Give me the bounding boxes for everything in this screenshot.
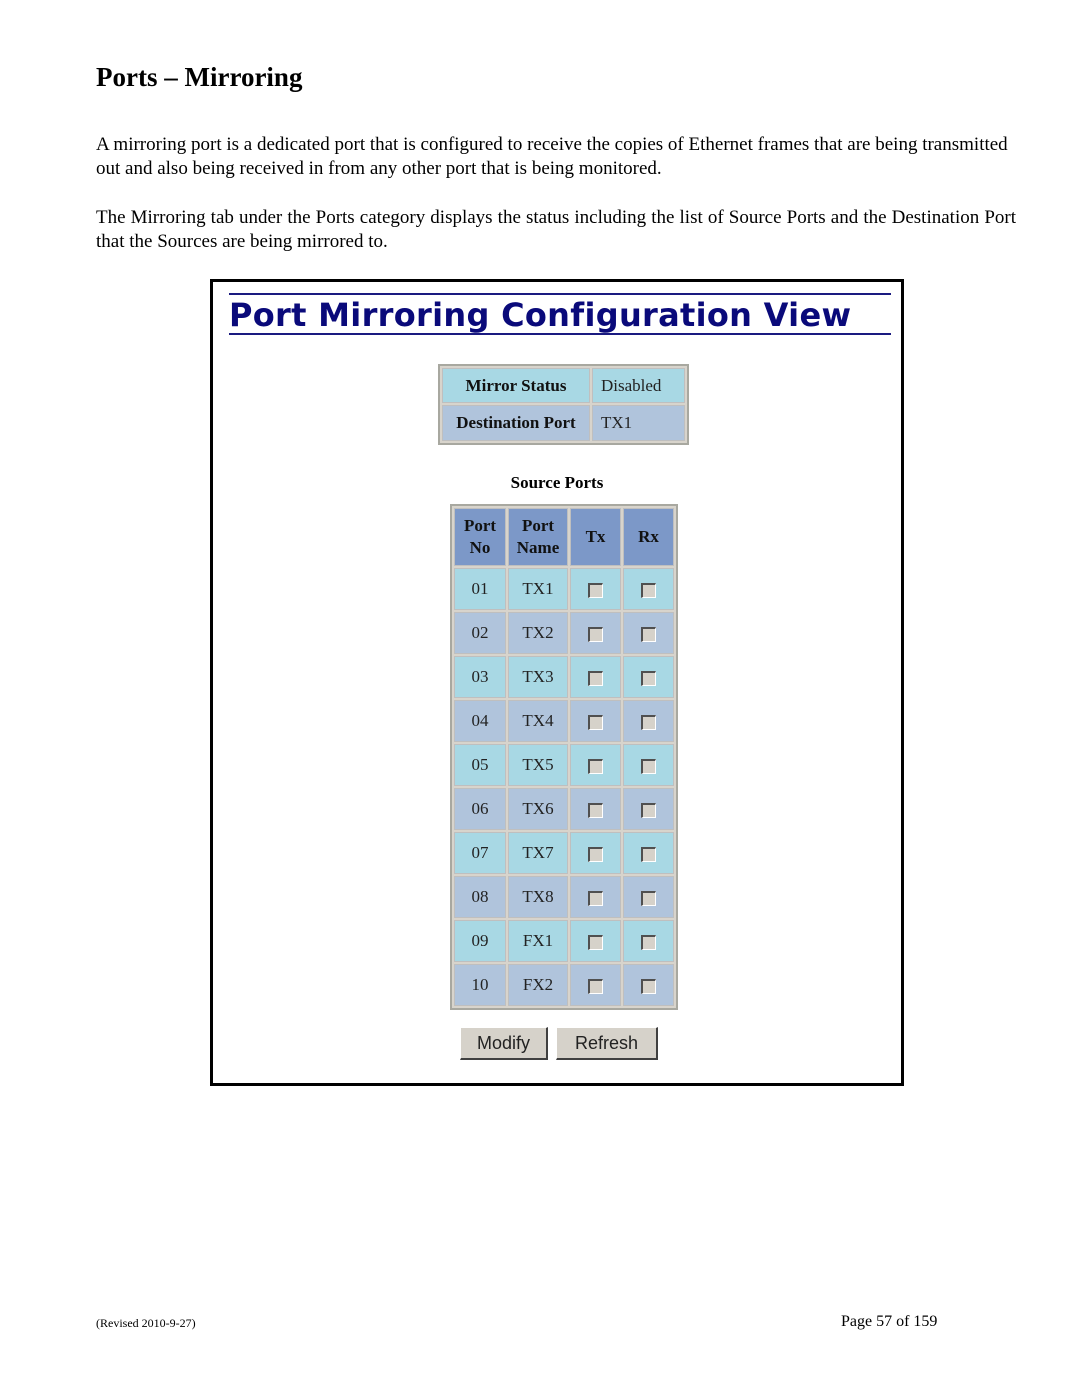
port-no: 04 [454, 700, 506, 742]
rx-checkbox[interactable] [641, 934, 656, 950]
col-port-no-line2: No [469, 538, 491, 557]
action-buttons: Modify Refresh [460, 1027, 658, 1060]
rx-checkbox[interactable] [641, 758, 656, 774]
tx-cell [570, 964, 621, 1006]
rx-cell [623, 656, 674, 698]
mirror-status-label: Mirror Status [442, 368, 590, 403]
port-no: 01 [454, 568, 506, 610]
rx-cell [623, 832, 674, 874]
tx-cell [570, 876, 621, 918]
rx-cell [623, 612, 674, 654]
port-name: TX8 [508, 876, 568, 918]
rx-checkbox[interactable] [641, 670, 656, 686]
col-tx: Tx [570, 508, 621, 566]
revised-date: (Revised 2010-9-27) [96, 1316, 196, 1330]
port-name: TX3 [508, 656, 568, 698]
source-ports-table: Port No Port Name Tx Rx 01 TX1 02 TX2 03 TX3 04 T… [450, 504, 678, 1010]
destination-port-row: Destination Port TX1 [442, 405, 685, 441]
col-port-name-line2: Name [516, 538, 560, 557]
port-row: 07 TX7 [454, 832, 674, 874]
rx-checkbox[interactable] [641, 582, 656, 598]
tx-checkbox[interactable] [588, 890, 603, 906]
source-ports-caption: Source Ports [510, 473, 604, 492]
port-no: 07 [454, 832, 506, 874]
view-title-bar: Port Mirroring Configuration View [229, 293, 891, 335]
rx-cell [623, 568, 674, 610]
tx-cell [570, 612, 621, 654]
port-row: 10 FX2 [454, 964, 674, 1006]
tx-checkbox[interactable] [588, 802, 603, 818]
tx-cell [570, 788, 621, 830]
modify-button[interactable]: Modify [460, 1027, 548, 1060]
section-heading: Ports – Mirroring [96, 62, 303, 92]
port-row: 09 FX1 [454, 920, 674, 962]
mirror-status-row: Mirror Status Disabled [442, 368, 685, 403]
rx-cell [623, 744, 674, 786]
port-no: 08 [454, 876, 506, 918]
col-port-name-line1: Port [521, 516, 555, 535]
col-port-name: Port Name [508, 508, 568, 566]
port-no: 02 [454, 612, 506, 654]
rx-checkbox[interactable] [641, 846, 656, 862]
port-name: TX4 [508, 700, 568, 742]
rx-cell [623, 788, 674, 830]
port-name: TX2 [508, 612, 568, 654]
description-paragraph: The Mirroring tab under the Ports catego… [96, 207, 1016, 252]
port-name: TX6 [508, 788, 568, 830]
port-row: 06 TX6 [454, 788, 674, 830]
port-row: 02 TX2 [454, 612, 674, 654]
rx-checkbox[interactable] [641, 714, 656, 730]
tx-checkbox[interactable] [588, 670, 603, 686]
view-title: Port Mirroring Configuration View [229, 296, 852, 334]
rx-cell [623, 964, 674, 1006]
tx-checkbox[interactable] [588, 978, 603, 994]
tx-checkbox[interactable] [588, 582, 603, 598]
port-no: 09 [454, 920, 506, 962]
rx-cell [623, 920, 674, 962]
port-name: FX1 [508, 920, 568, 962]
header-row: Port No Port Name Tx Rx [454, 508, 674, 566]
port-row: 01 TX1 [454, 568, 674, 610]
port-no: 06 [454, 788, 506, 830]
tx-cell [570, 920, 621, 962]
tx-checkbox[interactable] [588, 714, 603, 730]
tx-cell [570, 744, 621, 786]
rx-cell [623, 700, 674, 742]
rx-checkbox[interactable] [641, 626, 656, 642]
tx-checkbox[interactable] [588, 934, 603, 950]
refresh-button[interactable]: Refresh [556, 1027, 658, 1060]
port-row: 08 TX8 [454, 876, 674, 918]
tx-checkbox[interactable] [588, 626, 603, 642]
intro-paragraph: A mirroring port is a dedicated port tha… [96, 134, 1008, 179]
destination-port-label: Destination Port [442, 405, 590, 441]
port-name: TX1 [508, 568, 568, 610]
rx-checkbox[interactable] [641, 978, 656, 994]
tx-checkbox[interactable] [588, 846, 603, 862]
port-row: 04 TX4 [454, 700, 674, 742]
tx-cell [570, 568, 621, 610]
mirror-status-value: Disabled [592, 368, 685, 403]
tx-cell [570, 700, 621, 742]
col-rx: Rx [623, 508, 674, 566]
page-number: Page 57 of 159 [841, 1313, 938, 1330]
port-row: 03 TX3 [454, 656, 674, 698]
tx-cell [570, 832, 621, 874]
col-port-no-line1: Port [463, 516, 497, 535]
tx-checkbox[interactable] [588, 758, 603, 774]
port-no: 03 [454, 656, 506, 698]
rx-checkbox[interactable] [641, 890, 656, 906]
mirror-status-table: Mirror Status Disabled Destination Port … [438, 364, 689, 445]
col-port-no: Port No [454, 508, 506, 566]
port-name: FX2 [508, 964, 568, 1006]
destination-port-value: TX1 [592, 405, 685, 441]
tx-cell [570, 656, 621, 698]
screenshot-frame: Port Mirroring Configuration View Mirror… [210, 279, 904, 1086]
rx-checkbox[interactable] [641, 802, 656, 818]
rx-cell [623, 876, 674, 918]
port-name: TX7 [508, 832, 568, 874]
port-row: 05 TX5 [454, 744, 674, 786]
port-no: 05 [454, 744, 506, 786]
port-no: 10 [454, 964, 506, 1006]
port-name: TX5 [508, 744, 568, 786]
